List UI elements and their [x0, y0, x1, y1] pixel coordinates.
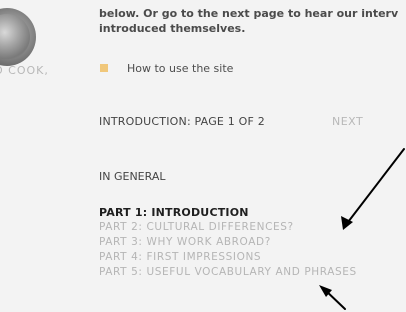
arrow-icon [341, 148, 405, 230]
arrow-icon [319, 285, 346, 310]
page: O COOK, below. Or go to the next page to… [0, 0, 406, 312]
annotation-arrows [319, 148, 405, 310]
